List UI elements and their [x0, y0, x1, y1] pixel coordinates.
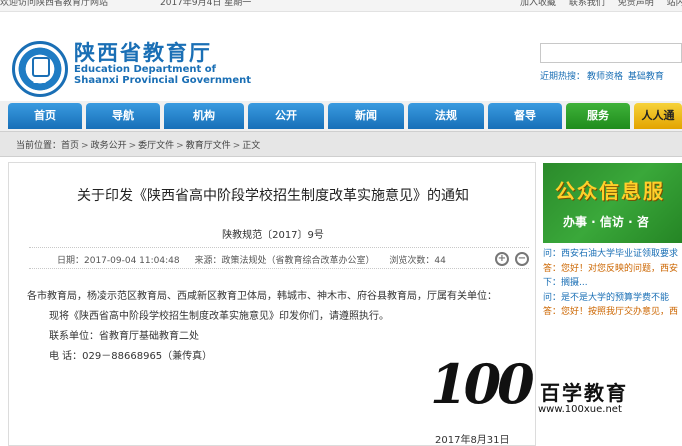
logo-book-icon — [32, 57, 50, 77]
nav-item-organization[interactable]: 机构 — [164, 103, 244, 129]
site-title[interactable]: 陕西省教育厅 — [74, 37, 212, 67]
add-favorite-link[interactable]: 加入收藏 — [520, 0, 556, 8]
breadcrumb-item-current: 正文 — [242, 141, 261, 151]
breadcrumb-separator: > — [232, 141, 241, 151]
current-date: 2017年9月4日 星期一 — [160, 0, 252, 8]
breadcrumb-item-home[interactable]: 首页 — [61, 141, 79, 151]
nav-item-renrentong[interactable]: 人人通 — [634, 103, 682, 129]
watermark-brand: 百学教育 — [540, 381, 628, 405]
nav-item-home[interactable]: 首页 — [8, 103, 82, 129]
top-utility-bar: 欢迎访问陕西省教育厅网站 2017年9月4日 星期一 加入收藏 联系我们 免责声… — [0, 0, 682, 12]
site-subtitle-line1: Education Department of — [74, 64, 216, 75]
welcome-text: 欢迎访问陕西省教育厅网站 — [0, 0, 109, 8]
breadcrumb-label: 当前位置： — [16, 141, 62, 151]
article-meta-bar: 日期：2017-09-04 11:04:48 来源：政策法规处（省教育综合改革办… — [29, 247, 529, 269]
breadcrumb-item-edu-docs[interactable]: 教育厅文件 — [186, 141, 231, 151]
site-subtitle-line2: Shaanxi Provincial Government — [74, 75, 252, 86]
disclaimer-link[interactable]: 免责声明 — [618, 0, 654, 8]
top-links: 加入收藏 联系我们 免责声明 站内搜 — [520, 0, 682, 9]
public-service-banner[interactable]: 公众信息服 办事 · 信访 · 咨 — [543, 163, 682, 243]
breadcrumb: 当前位置：首页 > 政务公开 > 委厅文件 > 教育厅文件 > 正文 — [16, 138, 260, 151]
hot-search-label: 近期热搜： — [540, 72, 586, 82]
watermark-url: www.100xue.net — [538, 404, 622, 415]
department-logo-icon[interactable]: EDS — [12, 41, 68, 97]
main-nav: 首页 导航 机构 公开 新闻 法规 督导 服务 人人通 — [0, 101, 682, 131]
site-header: EDS 陕西省教育厅 Education Department of Shaan… — [0, 13, 682, 100]
nav-item-supervision[interactable]: 督导 — [488, 103, 562, 129]
body-paragraph: 各市教育局，杨凌示范区教育局、西咸新区教育卫体局，韩城市、神木市、府谷县教育局，… — [27, 291, 497, 302]
qa-list: 问：西安石油大学毕业证领取要求 答：您好！对您反映的问题，西安 下：搁摄... … — [543, 247, 682, 320]
hot-search: 近期热搜： 教师资格 基础教育 — [540, 69, 664, 82]
breadcrumb-separator: > — [176, 141, 184, 151]
signature-date: 2017年8月31日 — [435, 435, 510, 446]
banner-subheading: 办事 · 信访 · 咨 — [563, 215, 649, 229]
qa-item[interactable]: 下：搁摄... — [543, 276, 682, 291]
qa-item[interactable]: 问：西安石油大学毕业证领取要求 — [543, 247, 682, 262]
body-paragraph: 现将《陕西省高中阶段学校招生制度改革实施意见》印发你们，请遵照执行。 — [49, 311, 389, 322]
logo-text: EDS — [33, 78, 47, 85]
breadcrumb-item-gov-affairs[interactable]: 政务公开 — [91, 141, 127, 151]
breadcrumb-separator: > — [128, 141, 137, 151]
body-paragraph: 联系单位：省教育厅基础教育二处 — [49, 331, 199, 342]
nav-item-guide[interactable]: 导航 — [86, 103, 160, 129]
nav-item-regulations[interactable]: 法规 — [408, 103, 484, 129]
qa-item[interactable]: 答：您好！对您反映的问题，西安 — [543, 262, 682, 277]
nav-item-service[interactable]: 服务 — [566, 103, 630, 129]
article-source: 来源：政策法规处（省教育综合改革办公室） — [194, 256, 375, 266]
qa-item[interactable]: 问：是不是大学的预算学费不能 — [543, 291, 682, 306]
watermark-logo-number: 100 — [430, 352, 535, 416]
view-count: 浏览次数：44 — [389, 256, 446, 266]
qa-item[interactable]: 答：您好！按照我厅交办意见，西 — [543, 305, 682, 320]
article-meta: 日期：2017-09-04 11:04:48 来源：政策法规处（省教育综合改革办… — [57, 253, 458, 266]
nav-item-disclosure[interactable]: 公开 — [248, 103, 324, 129]
hot-keyword[interactable]: 基础教育 — [628, 72, 664, 82]
breadcrumb-item-committee-docs[interactable]: 委厅文件 — [138, 141, 174, 151]
zoom-out-icon[interactable]: − — [515, 252, 529, 266]
breadcrumb-bar: 当前位置：首页 > 政务公开 > 委厅文件 > 教育厅文件 > 正文 — [0, 131, 682, 157]
publish-date: 日期：2017-09-04 11:04:48 — [57, 256, 180, 266]
hot-keyword[interactable]: 教师资格 — [587, 72, 623, 82]
contact-link[interactable]: 联系我们 — [569, 0, 605, 8]
nav-item-news[interactable]: 新闻 — [328, 103, 404, 129]
search-input[interactable] — [540, 43, 682, 63]
banner-heading: 公众信息服 — [555, 179, 665, 203]
article-title: 关于印发《陕西省高中阶段学校招生制度改革实施意见》的通知 — [77, 188, 469, 204]
zoom-in-icon[interactable]: + — [495, 252, 509, 266]
site-search-link[interactable]: 站内搜 — [667, 0, 682, 8]
breadcrumb-separator: > — [81, 141, 89, 151]
document-number: 陕教规范〔2017〕9号 — [222, 230, 324, 241]
